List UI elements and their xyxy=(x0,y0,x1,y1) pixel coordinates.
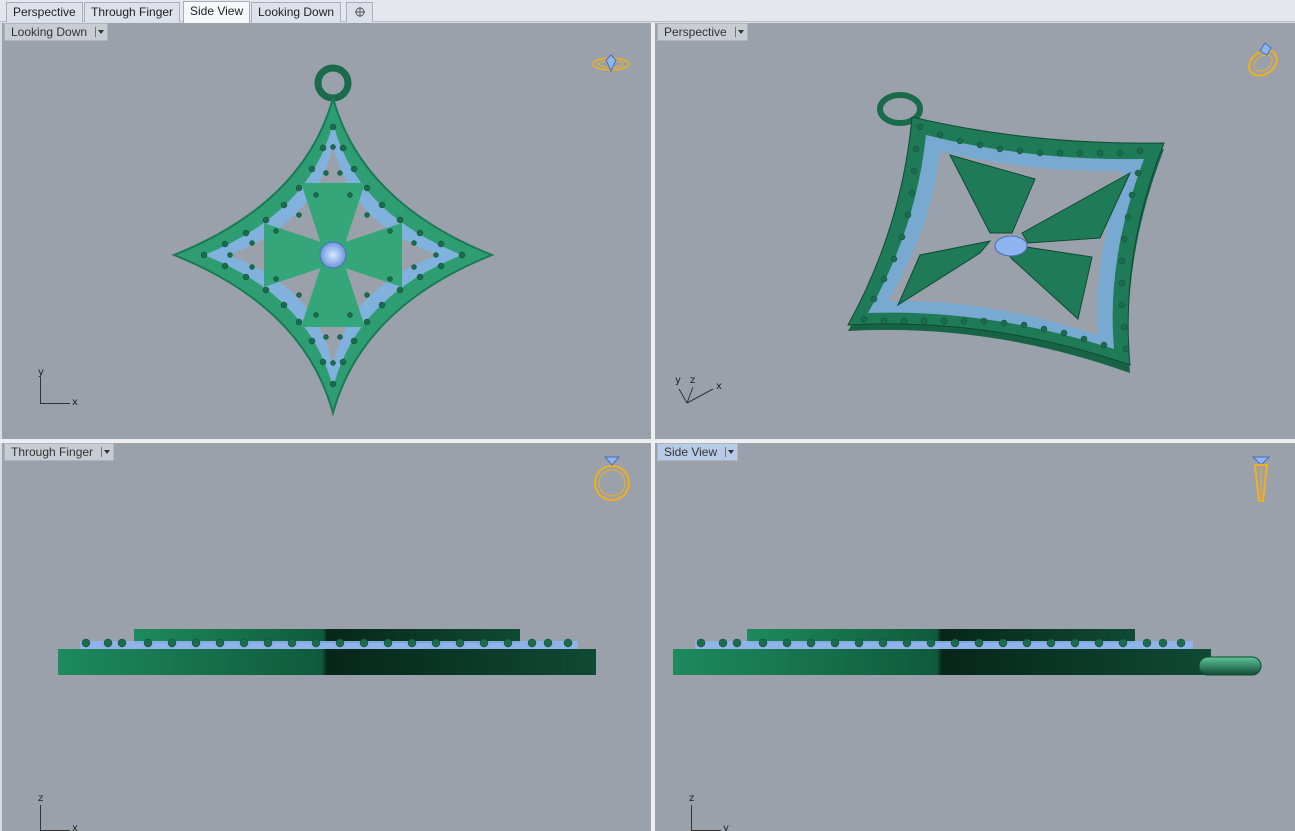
axis-indicator: z y xyxy=(689,793,729,831)
viewport-through-finger[interactable]: Through Finger z x xyxy=(2,443,651,831)
chevron-down-icon[interactable] xyxy=(101,447,111,457)
ring-top-view-icon[interactable] xyxy=(590,51,632,77)
tab-perspective[interactable]: Perspective xyxy=(6,2,83,22)
add-tab-button[interactable] xyxy=(346,2,373,22)
axis-indicator: y x xyxy=(38,367,78,408)
viewport-title-label: Perspective xyxy=(664,25,727,39)
pendant-top-view xyxy=(171,64,495,417)
viewport-perspective[interactable]: Perspective y z x xyxy=(655,23,1295,439)
viewport-title-button[interactable]: Looking Down xyxy=(4,23,109,41)
viewport-title-label: Looking Down xyxy=(11,25,88,39)
viewport-title-label: Side View xyxy=(664,445,718,459)
tab-side-view[interactable]: Side View xyxy=(183,1,251,23)
axis-indicator: y z x xyxy=(673,375,733,407)
tab-looking-down[interactable]: Looking Down xyxy=(251,2,342,22)
chevron-down-icon[interactable] xyxy=(734,27,744,37)
plus-icon xyxy=(354,7,365,17)
viewport-side-view[interactable]: Side View z y xyxy=(655,443,1295,831)
axis-indicator: z x xyxy=(38,793,78,831)
ring-side-view-icon[interactable] xyxy=(1249,451,1273,505)
viewport-title-button[interactable]: Through Finger xyxy=(4,443,115,461)
chevron-down-icon[interactable] xyxy=(95,27,105,37)
ring-front-view-icon[interactable] xyxy=(590,451,634,505)
viewport-title-button[interactable]: Side View xyxy=(657,443,739,461)
viewport-title-button[interactable]: Perspective xyxy=(657,23,748,41)
pendant-side-view xyxy=(673,629,1262,676)
ring-perspective-icon[interactable] xyxy=(1243,39,1283,79)
viewport-title-label: Through Finger xyxy=(11,445,94,459)
chevron-down-icon[interactable] xyxy=(725,447,735,457)
pendant-front-view xyxy=(58,629,596,675)
viewport-tab-bar: Perspective Through Finger Side View Loo… xyxy=(0,0,1295,23)
tab-through-finger[interactable]: Through Finger xyxy=(84,2,181,22)
viewport-looking-down[interactable]: Looking Down y x xyxy=(2,23,651,439)
pendant-perspective-view xyxy=(847,92,1165,373)
